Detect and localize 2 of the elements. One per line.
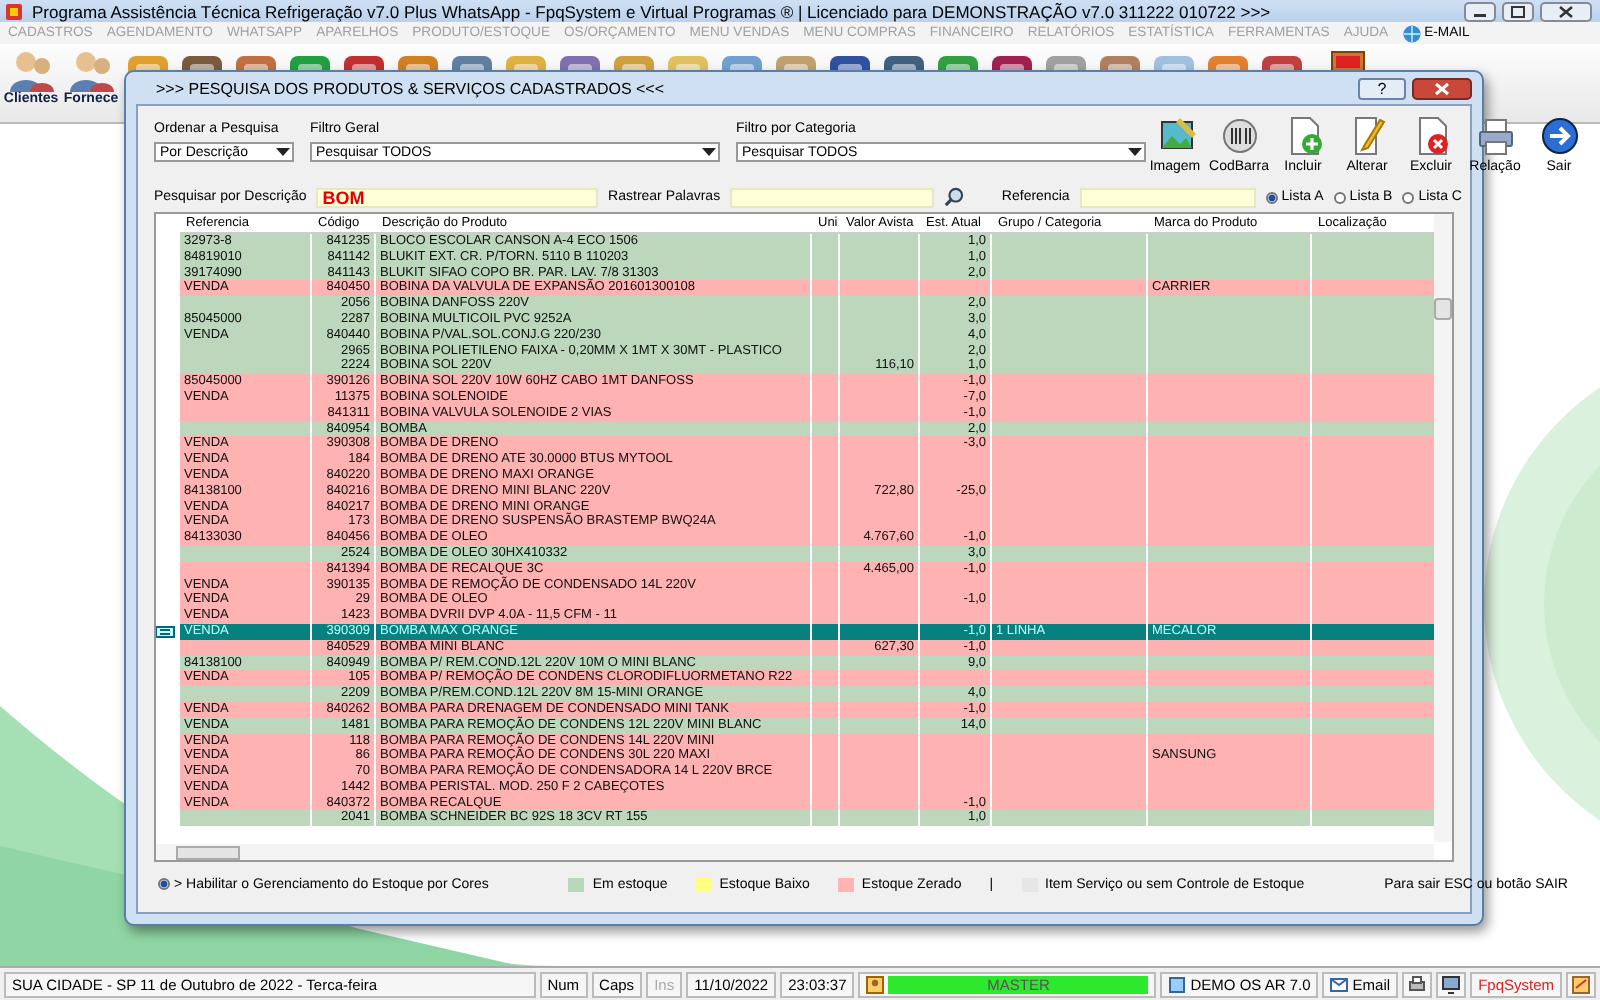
window-title: Programa Assistência Técnica Refrigeração v7.0 Plus WhatsApp - FpqSystem e Virtual Programas ® | Licenciado para DEMONSTRAÇÃO v7.0 311222 010722 >>> bbox=[32, 1, 1273, 21]
dialog-title: >>> PESQUISA DOS PRODUTOS & SERVIÇOS CADASTRADOS <<< bbox=[154, 79, 667, 97]
